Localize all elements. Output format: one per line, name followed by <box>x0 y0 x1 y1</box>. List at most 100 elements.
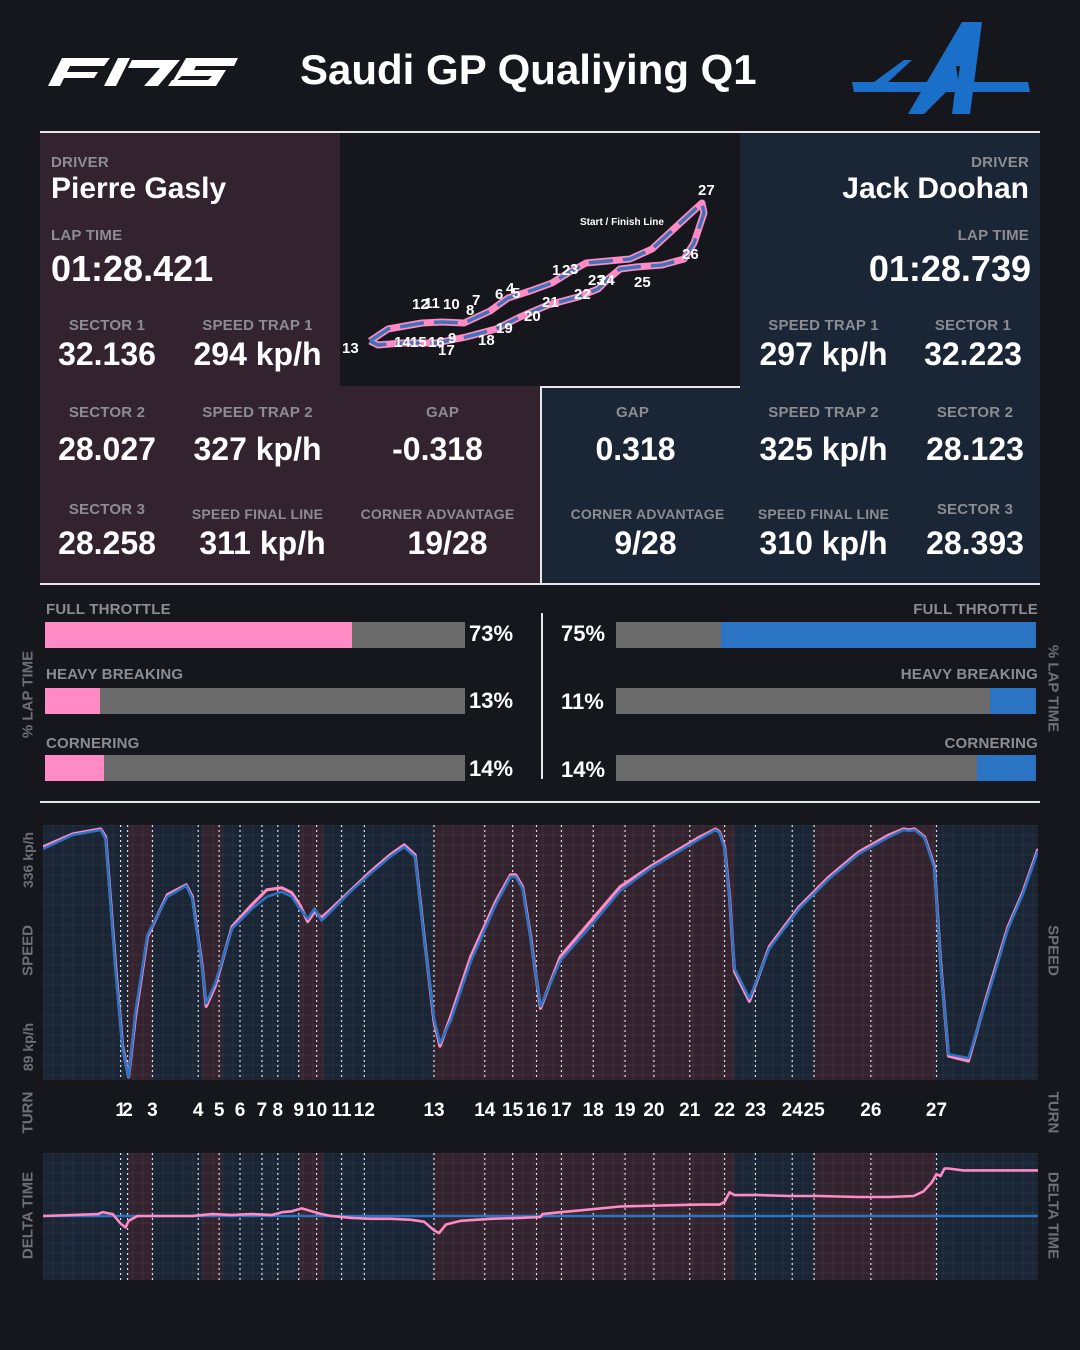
speed-axis-label-right: SPEED <box>1044 925 1062 976</box>
driver1-sector1-label: SECTOR 1 <box>68 317 146 334</box>
turn-label: 10 <box>306 1100 328 1121</box>
driver2-name: Jack Doohan <box>842 172 1029 205</box>
driver2-trap2: 325 kp/h <box>759 431 888 467</box>
speed-top-tick: 336 kp/h <box>20 831 36 889</box>
turn-label: 21 <box>679 1100 701 1121</box>
driver2-sector2-label: SECTOR 2 <box>936 404 1014 421</box>
turn-label: 14 <box>474 1100 496 1121</box>
driver1-advantage-zone <box>298 825 324 1080</box>
d2-cornering-label: CORNERING <box>944 735 1038 752</box>
d2-cornering-pct: 14% <box>561 757 606 782</box>
turn-label: 19 <box>614 1100 636 1121</box>
track-turn-label: 18 <box>478 332 495 349</box>
d2-full-throttle-bar <box>616 622 1036 648</box>
turn-label: 27 <box>925 1100 948 1121</box>
turn-label: 24 <box>781 1100 803 1121</box>
driver2-sector3-label: SECTOR 3 <box>936 501 1014 518</box>
driver1-corner: 19/28 <box>407 525 488 561</box>
d1-cornering-bar <box>45 755 465 781</box>
driver1-sector2: 28.027 <box>58 431 156 467</box>
turn-label: 12 <box>353 1100 375 1121</box>
speed-chart-svg <box>42 824 1040 1080</box>
driver1-sector1: 32.136 <box>58 336 156 372</box>
driver2-trap1-label: SPEED TRAP 1 <box>768 317 879 334</box>
driver1-driver-label: DRIVER <box>51 154 109 171</box>
lap-time-axis-label-left: % LAP TIME <box>19 650 37 739</box>
driver2-trap1: 297 kp/h <box>759 336 888 372</box>
driver2-lap-time: 01:28.739 <box>868 248 1031 289</box>
track-turn-label: 10 <box>443 296 460 313</box>
track-turn-label: 27 <box>698 182 715 199</box>
stats-bottom-divider <box>40 583 1040 585</box>
d2-cornering-fill <box>977 755 1036 781</box>
driver1-corner-label: CORNER ADVANTAGE <box>360 506 515 522</box>
driver2-gap-label: GAP <box>615 404 650 421</box>
driver1-lap-time-label: LAP TIME <box>51 227 123 244</box>
turn-label: 18 <box>582 1100 604 1121</box>
d1-full-throttle-pct: 73% <box>469 621 514 646</box>
bars-bottom-divider <box>40 801 1040 803</box>
driver2-final: 310 kp/h <box>759 525 888 561</box>
turn-label: 6 <box>234 1100 246 1121</box>
track-turn-label: 6 <box>495 286 503 303</box>
track-turn-label: 26 <box>682 246 699 263</box>
center-divider <box>540 386 542 583</box>
track-turn-label: 13 <box>342 340 359 357</box>
turn-label: 17 <box>550 1100 572 1121</box>
d1-cornering-fill <box>45 755 104 781</box>
track-turn-label: 1 <box>552 262 560 279</box>
track-map-svg: Start / Finish Line 1 2 345678910111213 14 1… <box>342 182 715 359</box>
track-turn-label: 14 <box>394 334 411 351</box>
d1-cornering-label: CORNERING <box>46 735 140 752</box>
driver2-sector2: 28.123 <box>926 431 1024 467</box>
driver1-advantage-zone <box>814 825 937 1080</box>
track-turn-label: 12 <box>412 296 429 313</box>
d2-cornering-bar <box>616 755 1036 781</box>
turn-label: 5 <box>213 1100 225 1121</box>
turn-label: 3 <box>147 1100 158 1121</box>
driver2-trap2-label: SPEED TRAP 2 <box>768 404 879 421</box>
driver2-sector3: 28.393 <box>926 525 1024 561</box>
driver1-trap2: 327 kp/h <box>193 431 322 467</box>
driver1-sector2-label: SECTOR 2 <box>68 404 146 421</box>
driver2-driver-label: DRIVER <box>971 154 1029 171</box>
turn-label-row: 1 2 3 4 5 6 7 8 9 10 11 12 13 14 15 16 17 18 19 20 21 22 23 24 2… <box>43 1100 1038 1124</box>
d2-full-throttle-fill <box>721 622 1036 648</box>
lower-top-divider <box>540 386 740 388</box>
driver1-trap2-label: SPEED TRAP 2 <box>202 404 313 421</box>
delta-axis-label-right: DELTA TIME <box>1044 1171 1062 1260</box>
f1-logo <box>40 48 240 90</box>
d1-heavy-braking-label: HEAVY BREAKING <box>46 666 184 683</box>
driver2-sector1: 32.223 <box>924 336 1022 372</box>
d2-full-throttle-pct: 75% <box>561 621 606 646</box>
lap-time-axis-label-right: % LAP TIME <box>1044 644 1062 733</box>
turn-label: 25 <box>803 1100 825 1121</box>
driver1-sector3: 28.258 <box>58 525 156 561</box>
turn-label: 4 <box>192 1100 204 1121</box>
track-turn-label: 3 <box>570 261 578 278</box>
d1-cornering-pct: 14% <box>469 756 514 781</box>
d1-full-throttle-fill <box>45 622 352 648</box>
turn-label: 11 <box>331 1100 352 1121</box>
d2-heavy-braking-fill <box>989 688 1036 714</box>
track-turn-label: 25 <box>634 274 651 291</box>
driver1-gap: -0.318 <box>392 431 483 467</box>
track-start-finish-label: Start / Finish Line <box>580 217 664 228</box>
d2-full-throttle-label: FULL THROTTLE <box>913 601 1038 618</box>
turn-label: 13 <box>423 1100 445 1121</box>
d1-heavy-braking-pct: 13% <box>469 688 514 713</box>
driver1-gap-label: GAP <box>425 404 460 421</box>
driver1-sector3-label: SECTOR 3 <box>68 501 146 518</box>
turn-label: 23 <box>744 1100 766 1121</box>
turn-axis-label-right: TURN <box>1044 1091 1062 1134</box>
speed-axis-label-left: SPEED <box>19 925 37 976</box>
alpine-logo-icon <box>852 22 1030 114</box>
track-turn-label: 17 <box>438 342 455 359</box>
track-turn-label: 8 <box>466 302 474 319</box>
turn-label: 9 <box>293 1100 304 1121</box>
alpine-logo <box>852 20 1032 120</box>
driver2-gap: 0.318 <box>595 431 676 467</box>
turn-axis-label-left: TURN <box>19 1091 37 1134</box>
turn-label: 15 <box>502 1100 524 1121</box>
driver2-sector1-label: SECTOR 1 <box>934 317 1012 334</box>
